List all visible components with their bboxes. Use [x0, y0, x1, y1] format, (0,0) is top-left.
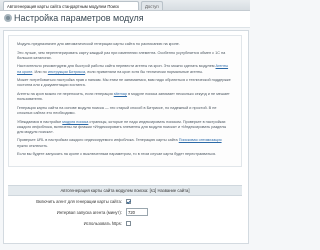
info-paragraph: Генерация карты сайта на основе модуля п…	[17, 105, 217, 115]
info-paragraph: Агенты на крон можно не переносить, если…	[17, 92, 230, 102]
enable-agent-label: Включить агент для генерации карты сайта…	[36, 199, 122, 204]
sitemap-link[interactable]: sitemap	[114, 92, 127, 96]
settings-panel: Модуль предназначен для автоматической г…	[3, 30, 249, 244]
bitrix-instruction-link[interactable]: инструкции Битрикса	[48, 70, 85, 74]
tab-bar: Автогенерация карты сайта стандартным мо…	[0, 0, 250, 11]
tab-sitemap-autogen[interactable]: Автогенерация карты сайта стандартным мо…	[3, 1, 139, 10]
info-paragraph: Может потребоваться настройка прав к пап…	[17, 78, 231, 88]
info-note: Модуль предназначен для автоматической г…	[8, 35, 242, 167]
tab-access[interactable]: Доступ	[141, 1, 163, 10]
info-paragraph: Убеждаемся в настройке модуля поиска стр…	[17, 119, 227, 134]
info-paragraph: Проверьте URL в настройках каждого индек…	[17, 138, 222, 148]
page-title: Настройка параметров модуля	[14, 13, 144, 23]
enable-agent-checkbox[interactable]	[126, 199, 131, 204]
interval-input[interactable]	[126, 208, 148, 216]
form-section-header: Автогенерация карты сайта модулем поиска…	[8, 185, 242, 196]
search-module-link[interactable]: модуля поиска	[62, 120, 88, 124]
title-bar: Настройка параметров модуля	[0, 11, 250, 28]
https-label: Использовать https:	[83, 221, 122, 226]
info-paragraph: Модуль предназначен для автоматической г…	[17, 42, 180, 46]
info-paragraph: Это лучше, чем перегенерировать карту ка…	[17, 50, 226, 60]
interval-label: Интервал запуска агента (минут):	[56, 210, 122, 215]
info-paragraph: Если вы будете запускать на кроне с выкл…	[17, 152, 217, 157]
https-row: Использовать https:	[8, 219, 242, 228]
settings-icon	[4, 14, 12, 22]
info-paragraph: Настоятельно рекомендуем для быстрой раб…	[17, 64, 229, 74]
seo-link[interactable]: Поисковая оптимизация	[179, 138, 222, 142]
interval-row: Интервал запуска агента (минут):	[8, 208, 242, 217]
enable-agent-row: Включить агент для генерации карты сайта…	[8, 197, 242, 206]
https-checkbox[interactable]	[126, 221, 131, 226]
